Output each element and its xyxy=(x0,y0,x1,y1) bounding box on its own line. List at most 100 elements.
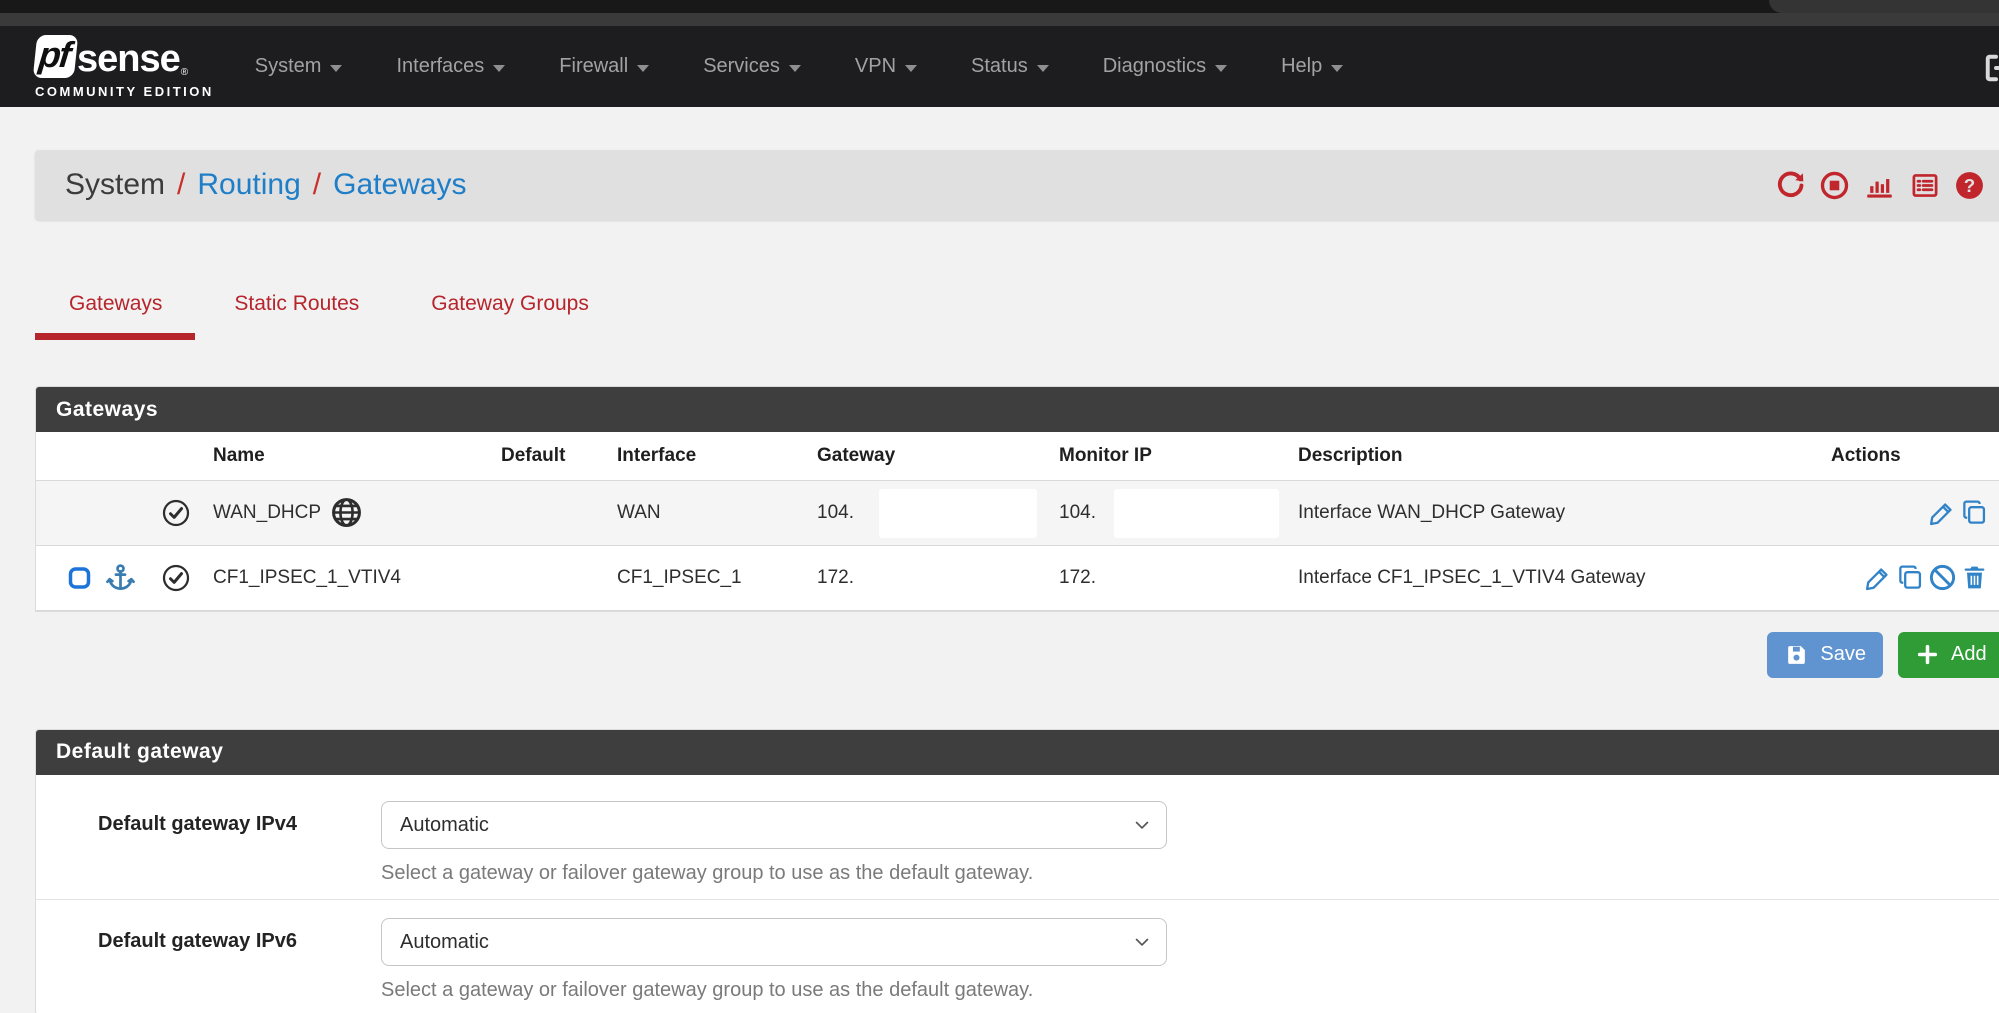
main-menu: System Interfaces Firewall Services VPN … xyxy=(228,26,1370,107)
edit-icon[interactable] xyxy=(1928,498,1957,527)
nav-menu-system[interactable]: System xyxy=(228,26,370,107)
nav-menu-status-label: Status xyxy=(971,55,1028,78)
tab-static-routes[interactable]: Static Routes xyxy=(200,292,392,340)
breadcrumb-separator: / xyxy=(177,168,185,202)
tab-gateways[interactable]: Gateways xyxy=(35,292,195,340)
disable-icon[interactable] xyxy=(1928,563,1957,592)
gateway-name-cell: CF1_IPSEC_1_VTIV4 xyxy=(213,545,501,610)
window-top-bar xyxy=(0,0,1999,13)
column-name: Name xyxy=(213,432,501,480)
delete-icon[interactable] xyxy=(1960,563,1989,592)
redaction-box xyxy=(1114,489,1279,538)
pfsense-logo-registered: ® xyxy=(181,68,188,78)
pfsense-logo-pf: pf xyxy=(33,35,79,78)
edit-icon[interactable] xyxy=(1864,563,1893,592)
default-gateway-ipv4-help: Select a gateway or failover gateway gro… xyxy=(381,862,1167,885)
caret-down-icon xyxy=(493,65,505,72)
nav-menu-diagnostics[interactable]: Diagnostics xyxy=(1076,26,1254,107)
copy-icon[interactable] xyxy=(1960,498,1989,527)
globe-icon xyxy=(330,496,363,529)
breadcrumb-separator: / xyxy=(313,168,321,202)
save-icon xyxy=(1784,642,1809,667)
default-gateway-ipv4-label: Default gateway IPv4 xyxy=(36,801,381,885)
sign-out-icon[interactable] xyxy=(1981,50,1999,86)
nav-menu-interfaces[interactable]: Interfaces xyxy=(369,26,532,107)
browser-chrome-strip xyxy=(0,13,1999,26)
status-cell xyxy=(36,545,213,610)
breadcrumb: System / Routing / Gateways xyxy=(65,168,467,202)
monitor-ip: 104. xyxy=(1059,502,1096,523)
save-button[interactable]: Save xyxy=(1767,632,1883,678)
gateways-panel: Gateways Name Default Interface Gateway … xyxy=(35,386,1999,612)
nav-menu-system-label: System xyxy=(255,55,322,78)
monitor-ip-cell: 172. xyxy=(1059,545,1298,610)
add-button-label: Add xyxy=(1951,643,1987,666)
refresh-icon[interactable] xyxy=(1775,170,1806,201)
monitor-ip-cell: 104. xyxy=(1059,480,1298,545)
caret-down-icon xyxy=(789,65,801,72)
row-actions-cell xyxy=(1831,545,1999,610)
default-gateway-ipv4-select[interactable]: Automatic xyxy=(381,801,1167,849)
row-actions-cell xyxy=(1831,480,1999,545)
anchor-icon[interactable] xyxy=(105,562,136,593)
routing-tabs: Gateways Static Routes Gateway Groups xyxy=(35,292,1999,340)
check-circle-icon xyxy=(161,498,191,528)
chart-bar-icon[interactable] xyxy=(1863,170,1896,201)
gateway-address: 104. xyxy=(817,502,854,523)
default-gateway-ipv6-label: Default gateway IPv6 xyxy=(36,918,381,1002)
nav-menu-services-label: Services xyxy=(703,55,780,78)
gateway-description-cell: Interface CF1_IPSEC_1_VTIV4 Gateway xyxy=(1298,545,1831,610)
caret-down-icon xyxy=(1331,65,1343,72)
gateway-address-cell: 172. xyxy=(817,545,1059,610)
nav-menu-status[interactable]: Status xyxy=(944,26,1076,107)
stop-circle-icon[interactable] xyxy=(1819,170,1850,201)
top-navbar: pfsense® COMMUNITY EDITION System Interf… xyxy=(0,26,1999,107)
page-content: System / Routing / Gateways xyxy=(0,150,1999,1013)
nav-menu-help[interactable]: Help xyxy=(1254,26,1370,107)
table-row: CF1_IPSEC_1_VTIV4 CF1_IPSEC_1 172. 172. … xyxy=(36,545,1999,610)
square-icon[interactable] xyxy=(66,564,93,591)
gateway-name-cell: WAN_DHCP xyxy=(213,480,501,545)
check-circle-icon xyxy=(161,563,191,593)
pfsense-logo[interactable]: pfsense® COMMUNITY EDITION xyxy=(35,35,214,99)
gateway-name: CF1_IPSEC_1_VTIV4 xyxy=(213,567,401,589)
breadcrumb-bar: System / Routing / Gateways xyxy=(35,150,1999,220)
tab-gateway-groups[interactable]: Gateway Groups xyxy=(397,292,622,340)
help-icon[interactable]: ? xyxy=(1954,170,1985,201)
caret-down-icon xyxy=(637,65,649,72)
breadcrumb-gateways-link[interactable]: Gateways xyxy=(333,168,466,202)
nav-menu-help-label: Help xyxy=(1281,55,1322,78)
nav-menu-diagnostics-label: Diagnostics xyxy=(1103,55,1206,78)
caret-down-icon xyxy=(905,65,917,72)
nav-menu-firewall[interactable]: Firewall xyxy=(532,26,676,107)
column-status xyxy=(36,432,213,480)
add-button[interactable]: Add xyxy=(1898,632,1999,678)
gateway-default-cell xyxy=(501,545,617,610)
default-gateway-ipv6-select[interactable]: Automatic xyxy=(381,918,1167,966)
window-corner xyxy=(1769,0,1999,13)
gateway-address-cell: 104. xyxy=(817,480,1059,545)
status-cell xyxy=(36,480,213,545)
gateway-interface-cell: CF1_IPSEC_1 xyxy=(617,545,817,610)
column-monitor-ip: Monitor IP xyxy=(1059,432,1298,480)
nav-menu-services[interactable]: Services xyxy=(676,26,828,107)
column-default: Default xyxy=(501,432,617,480)
svg-text:?: ? xyxy=(1964,174,1975,195)
default-gateway-ipv6-help: Select a gateway or failover gateway gro… xyxy=(381,979,1167,1002)
nav-menu-vpn[interactable]: VPN xyxy=(828,26,944,107)
gateways-table: Name Default Interface Gateway Monitor I… xyxy=(36,432,1999,611)
save-button-label: Save xyxy=(1820,643,1866,666)
gateway-description-cell: Interface WAN_DHCP Gateway xyxy=(1298,480,1831,545)
copy-icon[interactable] xyxy=(1896,563,1925,592)
redaction-box xyxy=(879,489,1037,538)
pfsense-logo-main: pfsense® xyxy=(35,35,214,78)
nav-menu-interfaces-label: Interfaces xyxy=(396,55,484,78)
caret-down-icon xyxy=(1215,65,1227,72)
column-description: Description xyxy=(1298,432,1831,480)
gateway-name: WAN_DHCP xyxy=(213,502,321,524)
default-gateway-ipv6-row: Default gateway IPv6 Automatic Select a … xyxy=(36,899,1999,1013)
column-gateway: Gateway xyxy=(817,432,1059,480)
log-icon[interactable] xyxy=(1909,170,1941,201)
gateway-default-cell xyxy=(501,480,617,545)
breadcrumb-routing-link[interactable]: Routing xyxy=(197,168,300,202)
